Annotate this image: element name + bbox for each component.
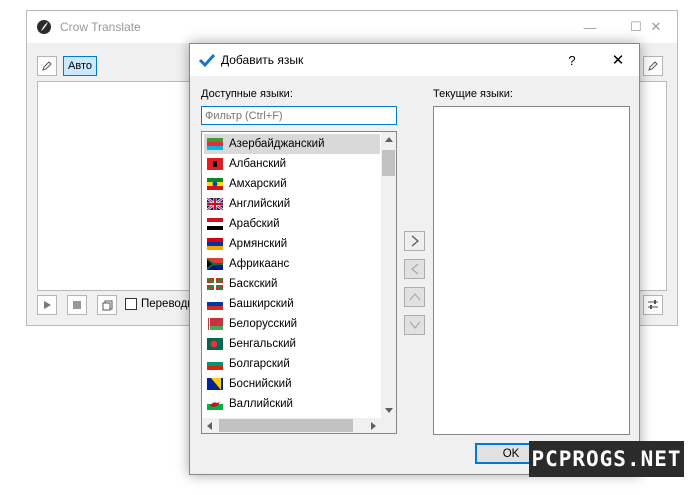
watermark: PCPROGS.NET (529, 441, 684, 477)
scroll-right-arrow-icon[interactable] (366, 418, 381, 433)
language-list-item[interactable]: Башкирский (204, 294, 380, 314)
chevron-left-icon (410, 263, 418, 275)
pencil-icon (648, 61, 658, 71)
remove-language-button[interactable] (404, 259, 425, 279)
current-languages-list[interactable] (433, 106, 630, 435)
language-name: Арабский (229, 218, 280, 230)
language-name: Албанский (229, 158, 287, 170)
stop-button[interactable] (67, 295, 87, 315)
edit-pencil-button-right[interactable] (643, 56, 663, 76)
vertical-scroll-thumb[interactable] (382, 150, 395, 176)
move-up-button[interactable] (404, 287, 425, 307)
language-list-item[interactable]: Белорусский (204, 314, 380, 334)
edit-pencil-button[interactable] (37, 56, 57, 76)
language-list-item[interactable]: Африкаанс (204, 254, 380, 274)
chevron-down-icon (409, 321, 420, 329)
horizontal-scrollbar[interactable] (202, 418, 381, 433)
language-list-item[interactable]: Албанский (204, 154, 380, 174)
flag-am-icon (207, 238, 223, 250)
flag-bg-icon (207, 358, 223, 370)
language-list-item[interactable]: Болгарский (204, 354, 380, 374)
pencil-icon (42, 61, 52, 71)
crow-app-icon (37, 20, 51, 34)
language-name: Амхарский (229, 178, 287, 190)
available-languages-list[interactable]: Азербайджанский Албанский Амхарский Английс… (201, 131, 397, 434)
flag-za-icon (207, 258, 223, 270)
flag-bd-icon (207, 338, 223, 350)
available-languages-label: Доступные языки: (201, 88, 293, 100)
language-name: Африкаанс (229, 258, 290, 270)
language-name: Баскский (229, 278, 278, 290)
play-button[interactable] (37, 295, 57, 315)
language-name: Белорусский (229, 318, 298, 330)
language-list-item[interactable]: Арабский (204, 214, 380, 234)
settings-button[interactable] (643, 295, 663, 315)
language-name: Башкирский (229, 298, 294, 310)
flag-az-icon (207, 138, 223, 150)
translate-checkbox[interactable] (125, 298, 137, 310)
stop-icon (73, 301, 81, 309)
translate-checkbox-row[interactable]: Переводи (125, 298, 194, 310)
chevron-right-icon (411, 235, 419, 247)
language-name: Валлийский (229, 398, 293, 410)
language-list-item[interactable]: Баскский (204, 274, 380, 294)
language-name: Боснийский (229, 378, 292, 390)
dialog-title-bar: Добавить язык ? ✕ (190, 44, 639, 76)
flag-gb-icon (207, 198, 223, 210)
flag-ba-icon (207, 378, 223, 390)
flag-ru-icon (207, 298, 223, 310)
translate-checkbox-label: Переводи (141, 298, 194, 310)
minimize-button[interactable]: — (567, 11, 613, 43)
play-icon (44, 301, 51, 309)
main-title-bar: Crow Translate — ☐ ✕ (27, 11, 677, 43)
copy-button[interactable] (97, 295, 117, 315)
add-language-button[interactable] (404, 231, 425, 251)
filter-input[interactable] (201, 106, 397, 125)
chevron-up-icon (409, 293, 420, 301)
scroll-left-arrow-icon[interactable] (202, 418, 217, 433)
language-name: Болгарский (229, 358, 290, 370)
flag-wales-icon (207, 398, 223, 410)
checkmark-icon (199, 53, 215, 68)
flag-et-icon (207, 178, 223, 190)
flag-eg-icon (207, 218, 223, 230)
move-down-button[interactable] (404, 315, 425, 335)
language-name: Армянский (229, 238, 288, 250)
vertical-scrollbar[interactable] (381, 132, 396, 418)
language-list-item[interactable]: Валлийский (204, 394, 380, 414)
flag-by-icon (207, 318, 223, 330)
flag-al-icon (207, 158, 223, 170)
language-list-item[interactable]: Армянский (204, 234, 380, 254)
flag-eu-icon (207, 278, 223, 290)
current-languages-label: Текущие языки: (433, 88, 513, 100)
scroll-down-arrow-icon[interactable] (381, 403, 396, 418)
auto-language-button[interactable]: Авто (63, 56, 97, 76)
copy-icon (102, 300, 112, 310)
scroll-up-arrow-icon[interactable] (381, 132, 396, 147)
add-language-dialog: Добавить язык ? ✕ Доступные языки: Текущ… (189, 43, 640, 475)
language-name: Азербайджанский (229, 138, 325, 150)
dialog-close-button[interactable]: ✕ (600, 44, 636, 76)
main-window-title: Crow Translate (60, 20, 141, 34)
language-list-item[interactable]: Амхарский (204, 174, 380, 194)
language-list-item[interactable]: Азербайджанский (204, 134, 380, 154)
close-window-button[interactable]: ✕ (633, 11, 679, 43)
sliders-icon (648, 300, 658, 309)
language-name: Английский (229, 198, 291, 210)
language-list-item[interactable]: Английский (204, 194, 380, 214)
language-list-item[interactable]: Боснийский (204, 374, 380, 394)
help-button[interactable]: ? (558, 44, 586, 76)
dialog-title: Добавить язык (221, 53, 304, 67)
language-list-item[interactable]: Бенгальский (204, 334, 380, 354)
language-name: Бенгальский (229, 338, 296, 350)
scroll-corner (381, 418, 396, 433)
horizontal-scroll-thumb[interactable] (219, 419, 353, 432)
